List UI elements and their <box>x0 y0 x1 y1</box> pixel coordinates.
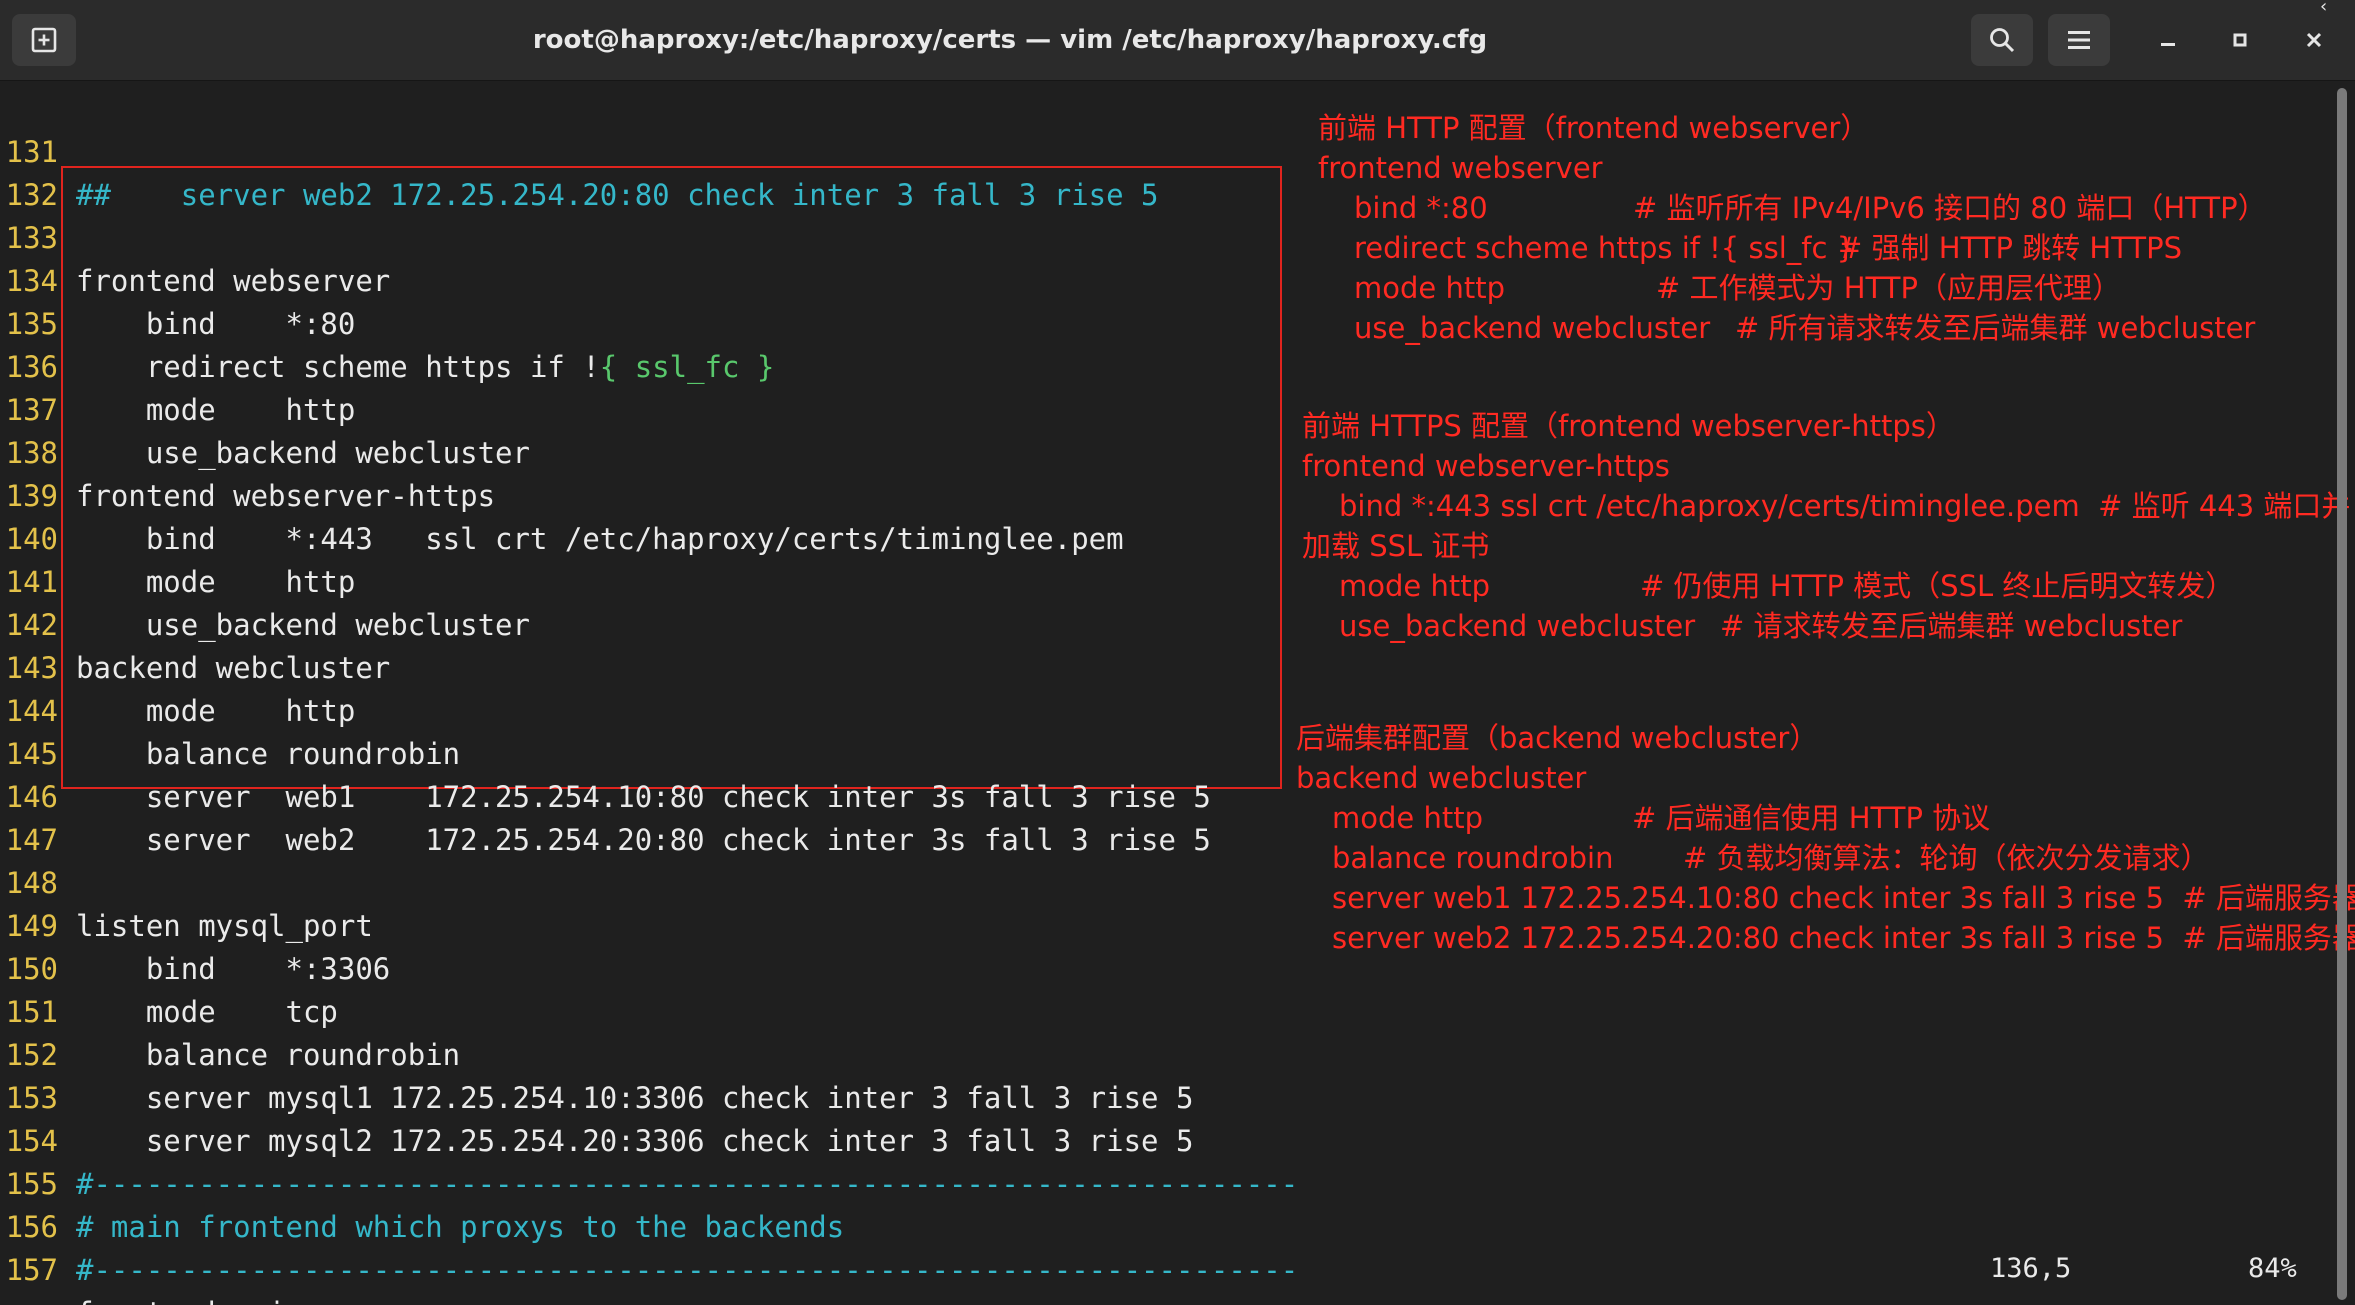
annotation-code: balance roundrobin <box>1332 841 1614 875</box>
editor-line: 150 mode tcp <box>0 905 338 1029</box>
annotation-server: server web2 172.25.254.20:80 check inter… <box>1332 921 2355 955</box>
editor-line: 138 frontend webserver-https <box>0 389 495 513</box>
annotation-comment: # 负载均衡算法：轮询（依次分发请求） <box>1683 841 2210 875</box>
new-tab-button[interactable] <box>12 14 76 66</box>
annotation-code: use_backend webcluster <box>1339 609 1696 643</box>
line-text-block: { ssl_fc } <box>599 350 775 384</box>
annotation-comment: # 后端通信使用 HTTP 协议 <box>1632 801 1991 835</box>
close-button[interactable] <box>2286 14 2342 66</box>
editor-line: 156 #-----------------------------------… <box>0 1163 1299 1287</box>
editor-line: 142 backend webcluster <box>0 561 391 685</box>
editor-line: 153 server mysql2 172.25.254.20:3306 che… <box>0 1034 1194 1158</box>
line-text: backend webcluster <box>76 651 391 685</box>
cursor-position: 136,5 <box>1990 1253 2072 1284</box>
annotation-code: bind *:443 ssl crt /etc/haproxy/certs/ti… <box>1339 489 2351 523</box>
line-text: #---------------------------------------… <box>76 1167 1299 1201</box>
line-text: use_backend webcluster <box>76 436 530 470</box>
line-text: ## server web2 172.25.254.20:80 check in… <box>76 178 1159 212</box>
window-title: root@haproxy:/etc/haproxy/certs — vim /e… <box>532 25 1488 55</box>
annotation-code: bind *:80 <box>1354 191 1488 225</box>
editor-line: 157 frontend main <box>0 1206 303 1305</box>
editor-line: 136 mode http <box>0 303 356 427</box>
annotation-comment: # 所有请求转发至后端集群 webcluster <box>1735 311 2256 345</box>
editor-line: 154 #-----------------------------------… <box>0 1077 1299 1201</box>
line-text: mode http <box>76 694 356 728</box>
annotation-header: 前端 HTTPS 配置（frontend webserver-https） <box>1302 409 1955 443</box>
editor-line: 145 server web1 172.25.254.10:80 check i… <box>0 690 1211 814</box>
editor-line: 133 frontend webserver <box>0 174 391 298</box>
annotation-comment: # 请求转发至后端集群 webcluster <box>1720 609 2183 643</box>
editor-line: 155 # main frontend which proxys to the … <box>0 1120 845 1244</box>
editor-line: 152 server mysql1 172.25.254.10:3306 che… <box>0 991 1194 1115</box>
maximize-icon <box>2233 33 2247 47</box>
annotation-title: backend webcluster <box>1296 761 1587 795</box>
line-text: use_backend webcluster <box>76 608 530 642</box>
chevron-left-icon[interactable]: ‹ <box>2320 0 2327 16</box>
editor-line: 132 <box>0 131 70 212</box>
editor-line: 149 bind *:3306 <box>0 862 391 986</box>
editor-line: 134 bind *:80 <box>0 217 356 341</box>
line-text: bind *:80 <box>76 307 356 341</box>
editor-line: 140 mode http <box>0 475 356 599</box>
line-text: frontend webserver <box>76 264 391 298</box>
line-text: server web1 172.25.254.10:80 check inter… <box>76 780 1211 814</box>
line-text: server mysql2 172.25.254.20:3306 check i… <box>76 1124 1194 1158</box>
new-tab-icon <box>31 27 57 53</box>
line-text: #---------------------------------------… <box>76 1253 1299 1287</box>
annotation-code: mode http <box>1339 569 1490 603</box>
annotation-code: use_backend webcluster <box>1354 311 1711 345</box>
annotation-comment: # 工作模式为 HTTP（应用层代理） <box>1656 271 2121 305</box>
editor-line: 148 listen mysql_port <box>0 819 373 943</box>
annotation-wrap: 加载 SSL 证书 <box>1302 529 1490 563</box>
editor-line: 147 <box>0 776 70 857</box>
editor-line: 139 bind *:443 ssl crt /etc/haproxy/cert… <box>0 432 1124 556</box>
annotation-title: frontend webserver-https <box>1302 449 1670 483</box>
menu-button[interactable] <box>2048 14 2110 66</box>
hamburger-menu-icon <box>2068 31 2090 49</box>
search-button[interactable] <box>1971 14 2033 66</box>
annotation-code: redirect scheme https if !{ ssl_fc } <box>1354 231 1856 265</box>
annotation-title: frontend webserver <box>1318 151 1603 185</box>
line-text: redirect scheme https if !{ ssl_fc } <box>76 346 775 389</box>
line-text: balance roundrobin <box>76 737 461 771</box>
annotation-header: 前端 HTTP 配置（frontend webserver） <box>1318 111 1870 145</box>
line-text: mode tcp <box>76 995 338 1029</box>
close-icon <box>2306 32 2322 48</box>
editor-line: 144 balance roundrobin <box>0 647 461 771</box>
editor-line: 143 mode http <box>0 604 356 728</box>
maximize-button[interactable] <box>2212 14 2268 66</box>
annotation-server: server web1 172.25.254.10:80 check inter… <box>1332 881 2355 915</box>
line-number: 157 <box>5 1253 58 1287</box>
minimize-icon <box>2161 43 2175 46</box>
line-text: mode http <box>76 565 356 599</box>
line-text: mode http <box>76 393 356 427</box>
scroll-percent: 84% <box>2248 1253 2297 1284</box>
line-text: frontend main <box>76 1292 303 1305</box>
editor-line: 135 redirect scheme https if !{ ssl_fc } <box>0 260 775 384</box>
line-text: # main frontend which proxys to the back… <box>76 1210 845 1244</box>
line-text: bind *:3306 <box>76 952 391 986</box>
line-text: balance roundrobin <box>76 1038 461 1072</box>
title-bar: root@haproxy:/etc/haproxy/certs — vim /e… <box>0 0 2355 81</box>
line-text: server mysql1 172.25.254.10:3306 check i… <box>76 1081 1194 1115</box>
editor-line: 131 ## server web2 172.25.254.20:80 chec… <box>0 88 1159 212</box>
line-text: bind *:443 ssl crt /etc/haproxy/certs/ti… <box>76 522 1124 556</box>
scrollbar-thumb[interactable] <box>2337 88 2347 1300</box>
minimize-button[interactable] <box>2140 14 2196 66</box>
search-icon <box>1990 28 2015 53</box>
editor-line: 141 use_backend webcluster <box>0 518 530 642</box>
annotation-comment: # 监听所有 IPv4/IPv6 接口的 80 端口（HTTP） <box>1633 191 2267 225</box>
line-text-plain: redirect scheme https if ! <box>76 350 600 384</box>
annotation-code: mode http <box>1354 271 1505 305</box>
editor-line: 137 use_backend webcluster <box>0 346 530 470</box>
annotation-header: 后端集群配置（backend webcluster） <box>1296 721 1819 755</box>
annotation-code: mode http <box>1332 801 1483 835</box>
annotation-comment: # 强制 HTTP 跳转 HTTPS <box>1838 231 2183 265</box>
editor-line: 151 balance roundrobin <box>0 948 461 1072</box>
line-text: listen mysql_port <box>76 909 373 943</box>
line-text: server web2 172.25.254.20:80 check inter… <box>76 823 1211 857</box>
annotation-comment: # 仍使用 HTTP 模式（SSL 终止后明文转发） <box>1640 569 2235 603</box>
line-text: frontend webserver-https <box>76 479 496 513</box>
editor-line: 146 server web2 172.25.254.20:80 check i… <box>0 733 1211 857</box>
